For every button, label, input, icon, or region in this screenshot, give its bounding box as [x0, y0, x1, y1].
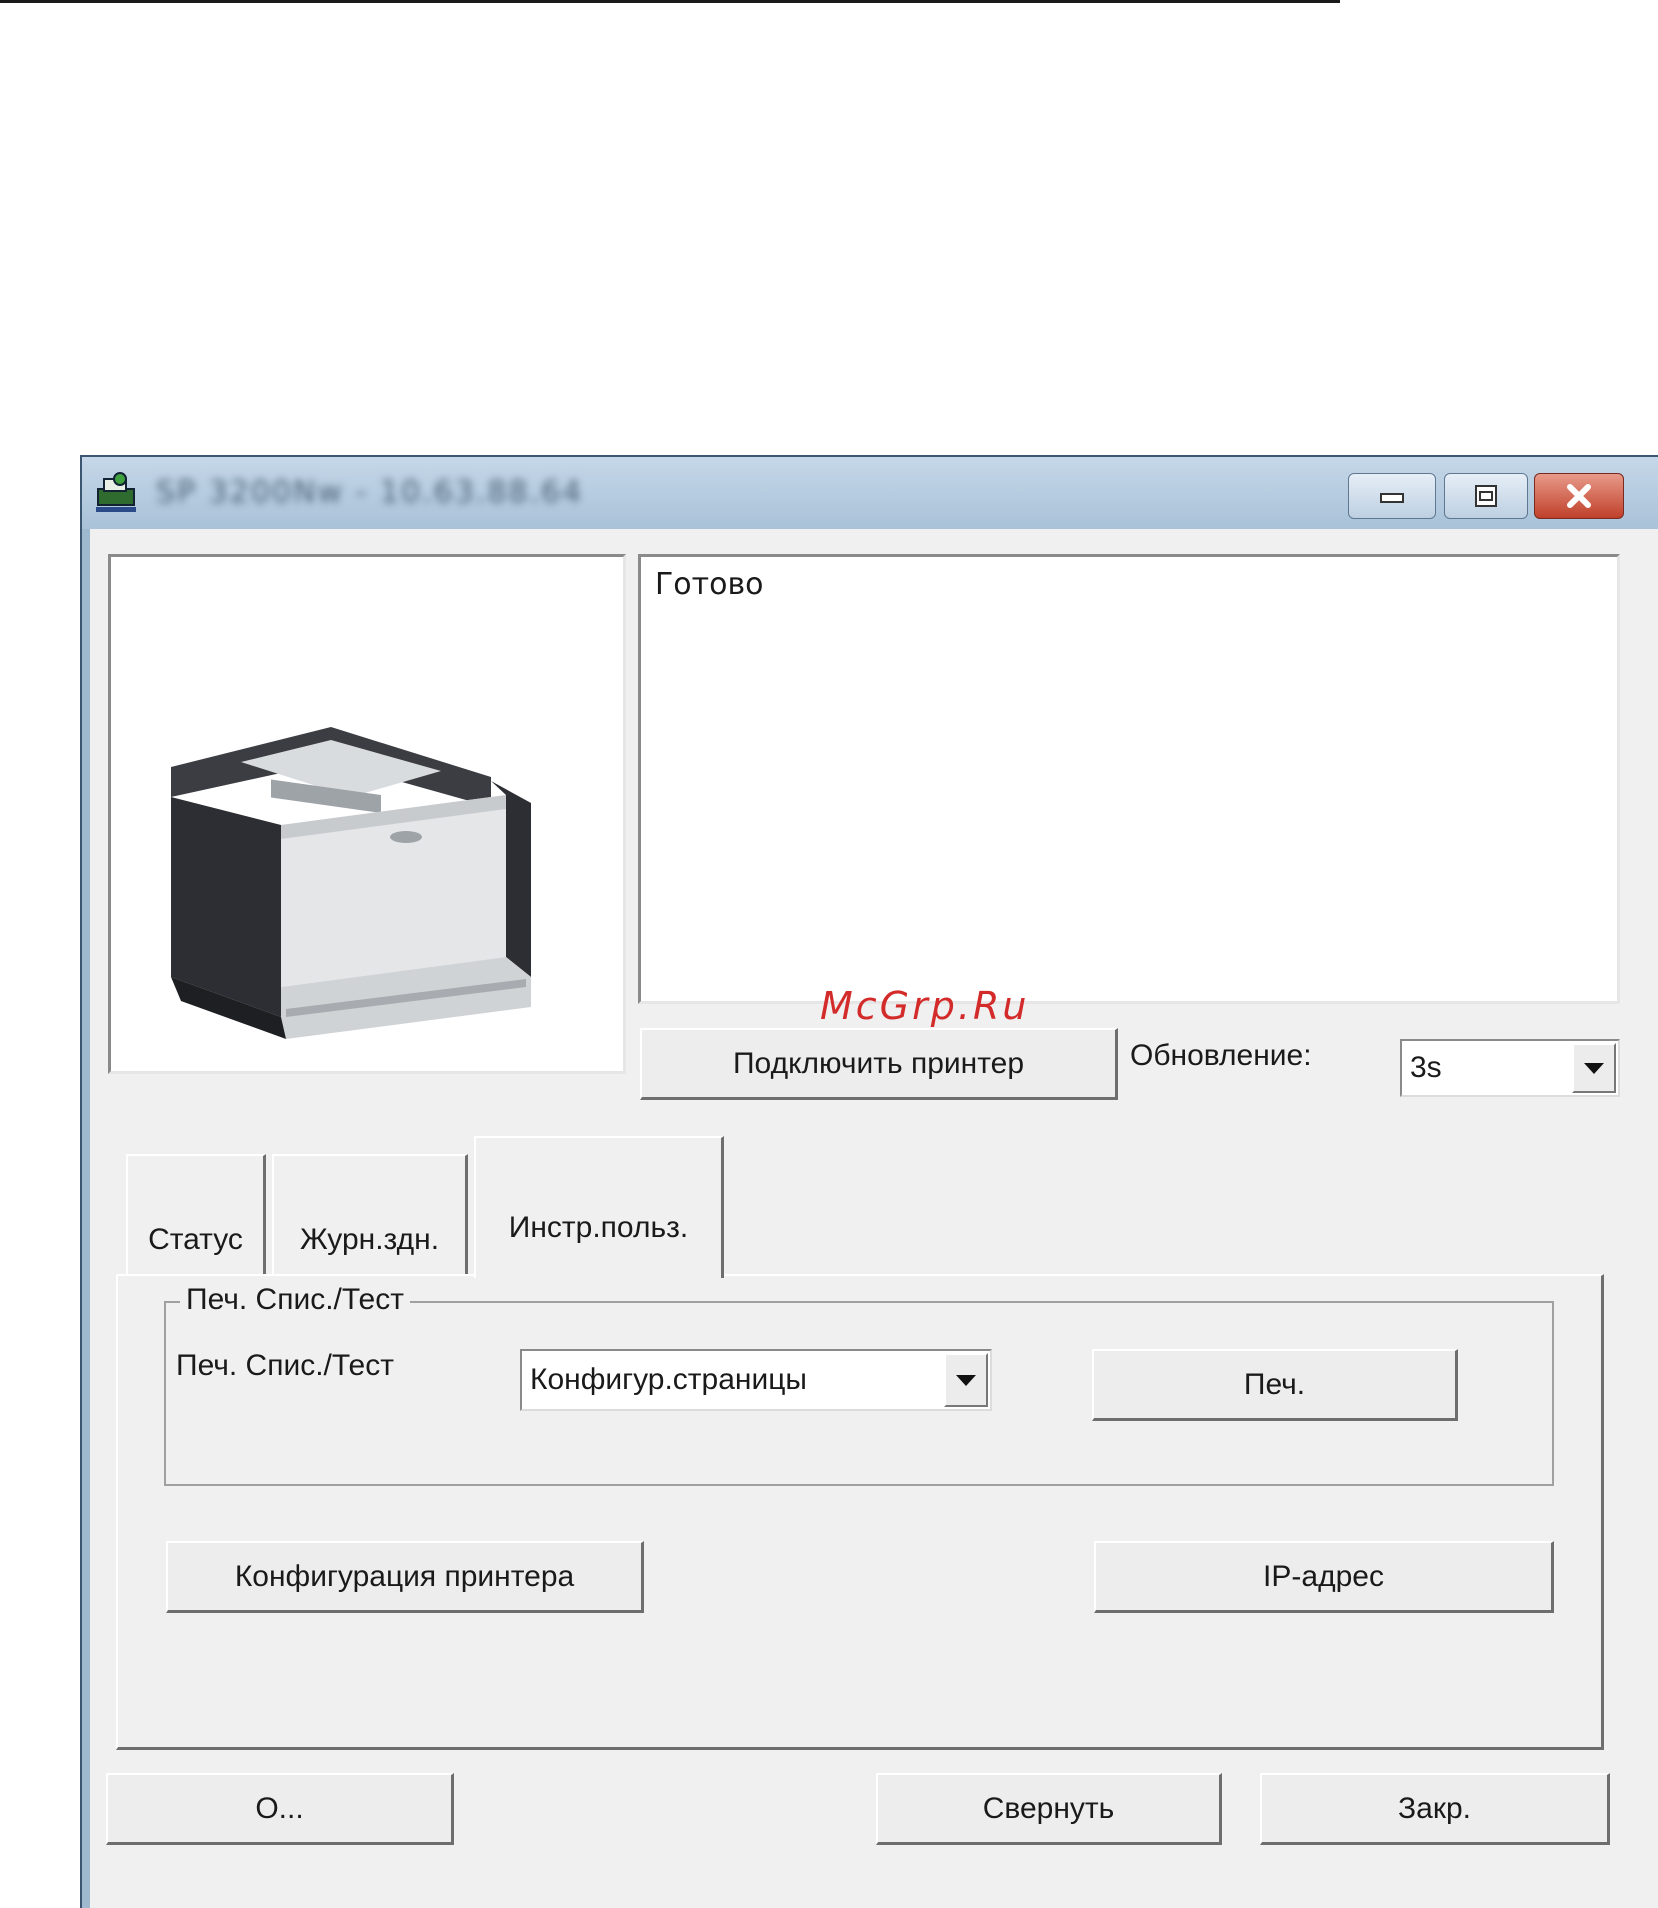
user-tools-tab-panel: Печ. Спис./Тест Печ. Спис./Тест Конфигур… [116, 1274, 1604, 1750]
tab-status[interactable]: Статус [126, 1154, 266, 1274]
ip-address-button[interactable]: IP-адрес [1094, 1541, 1554, 1613]
status-text-panel: Готово [638, 554, 1620, 1004]
print-button[interactable]: Печ. [1092, 1349, 1458, 1421]
minimize-window-button[interactable] [1348, 473, 1436, 519]
print-list-selected-value: Конфигур.страницы [530, 1363, 807, 1396]
tab-user-tools[interactable]: Инстр.польз. [474, 1136, 724, 1278]
window-title: SP 3200Nw - 10.63.88.64 [156, 475, 584, 510]
maximize-icon [1475, 485, 1497, 507]
print-list-field-label: Печ. Спис./Тест [176, 1349, 394, 1382]
minimize-to-tray-button[interactable]: Свернуть [876, 1773, 1222, 1845]
minimize-icon [1380, 493, 1404, 503]
maximize-window-button[interactable] [1444, 473, 1528, 519]
refresh-dropdown-button[interactable] [1572, 1043, 1616, 1093]
page-top-rule [0, 0, 1340, 3]
tab-job-log[interactable]: Журн.здн. [272, 1154, 468, 1274]
chevron-down-icon [1584, 1062, 1604, 1074]
print-list-groupbox: Печ. Спис./Тест Печ. Спис./Тест Конфигур… [164, 1283, 1554, 1486]
watermark-text: McGrp.Ru [820, 984, 1030, 1028]
printer-image-panel [108, 554, 626, 1074]
refresh-label: Обновление: [1130, 1039, 1312, 1072]
title-bar[interactable]: SP 3200Nw - 10.63.88.64 [82, 457, 1658, 529]
tab-job-log-label: Журн.здн. [299, 1223, 440, 1256]
print-list-select[interactable]: Конфигур.страницы [520, 1349, 992, 1411]
refresh-interval-select[interactable]: 3s [1400, 1039, 1620, 1097]
tab-user-tools-label: Инстр.польз. [508, 1211, 689, 1244]
close-icon [1567, 484, 1591, 508]
chevron-down-icon [956, 1374, 976, 1386]
window-client-area: Готово McGrp.Ru Подключить принтер Обнов… [90, 529, 1658, 1908]
refresh-interval-value: 3s [1410, 1051, 1442, 1084]
printer-app-icon [96, 472, 136, 512]
printer-configuration-button[interactable]: Конфигурация принтера [166, 1541, 644, 1613]
about-button[interactable]: О... [106, 1773, 454, 1845]
tab-status-label: Статус [148, 1223, 243, 1256]
close-window-button[interactable] [1534, 473, 1624, 519]
printer-image [171, 727, 531, 1039]
close-button[interactable]: Закр. [1260, 1773, 1610, 1845]
status-message: Готово [655, 567, 764, 602]
print-list-dropdown-button[interactable] [944, 1353, 988, 1407]
print-list-group-title: Печ. Спис./Тест [180, 1283, 410, 1317]
printer-status-window: SP 3200Nw - 10.63.88.64 Готово McGrp.Ru … [80, 455, 1658, 1908]
connect-printer-button[interactable]: Подключить принтер [640, 1028, 1118, 1100]
